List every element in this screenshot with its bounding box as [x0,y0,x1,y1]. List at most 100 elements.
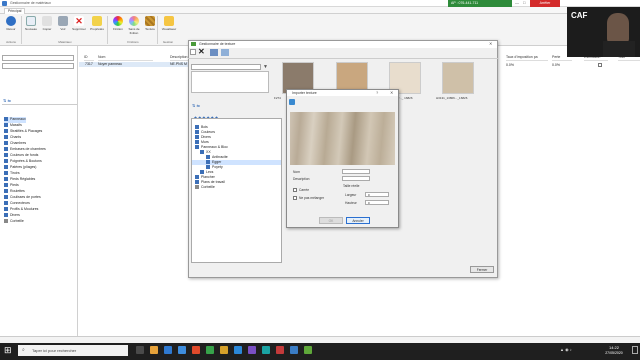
texture-search-input[interactable] [191,64,261,70]
app-icon[interactable] [234,346,242,354]
search-input[interactable] [2,63,74,69]
width-field[interactable]: 0 [365,192,389,197]
texture-thumb[interactable] [442,62,474,94]
row-desc: NE.PNS M [170,62,187,66]
tray-icons[interactable]: ▲ ◉ ♪ [560,347,572,352]
tree-toolbar-icon[interactable]: ⇅ ⇆ [3,98,11,103]
app-icon[interactable] [192,346,200,354]
folder-icon [4,207,8,212]
filter-list[interactable] [191,71,269,93]
texture-tree: Bois Couleurs Divers Murs Panneaux & Blo… [191,118,282,263]
tree-item-corbeille[interactable]: Corbeille [4,219,24,225]
clock-date[interactable]: 27/05/2020 [600,351,628,355]
task-view-icon[interactable] [136,346,144,354]
texture-label: H3131_13806..._16826 [436,96,468,100]
width-label: Largeur [345,193,357,197]
notifications-icon[interactable] [632,346,638,354]
filter-input[interactable] [2,55,74,61]
account-bar[interactable]: AP : 076-441-711 [448,0,512,7]
square-checkbox[interactable] [293,188,297,192]
tab-row [0,7,640,14]
close-button[interactable]: Fermer [470,266,494,273]
back-icon [6,16,16,26]
restore-icon[interactable]: □ [523,0,525,7]
col-header-id[interactable]: ID [84,55,94,61]
search-icon: ⌕ [22,347,25,353]
import-image-icon[interactable] [289,99,295,105]
minimize-icon[interactable]: — [515,0,519,7]
trash-icon [195,185,199,190]
row-id: 7317 [85,62,93,66]
app-icon[interactable] [220,346,228,354]
folder-icon [195,140,199,145]
folder-icon [4,183,8,188]
delete-button[interactable]: ✕ Supprimer [70,16,88,40]
app-icon[interactable] [276,346,284,354]
viewer-button[interactable]: Visualiseur [160,16,178,40]
clock-time[interactable]: 14:22 [602,345,626,350]
height-field[interactable]: 0 [365,200,389,205]
copy-icon [42,16,52,26]
app-icon [191,42,196,46]
folder-icon [4,195,8,200]
row-loss: 0.0% [552,63,560,67]
presenter-image [607,13,629,43]
texture-preview [290,112,395,165]
presenter-body [603,41,635,57]
delete-texture-icon[interactable]: ✕ [198,47,205,56]
ok-button[interactable]: OK [319,217,343,224]
app-icon[interactable] [248,346,256,354]
description-field[interactable] [342,176,370,181]
close-icon[interactable]: ✕ [390,90,393,95]
stop-share-button[interactable]: Arrêter [530,0,560,7]
folder-icon [195,130,199,135]
col-header-tax[interactable]: Taux d'imposition pa [506,55,548,61]
texture-tree-item[interactable]: Corbeille [192,185,281,190]
col-header-name[interactable]: Nom [98,55,153,61]
properties-button[interactable]: Propriétés [88,16,106,40]
dialog-title: Gestionnaire de texture [189,41,497,48]
filter-icon[interactable]: ▼ [263,64,268,70]
folder-icon [195,175,199,180]
folder-icon [4,147,8,152]
list-view-icon[interactable] [221,49,229,56]
folder-icon [4,189,8,194]
file-explorer-icon[interactable] [150,346,158,354]
back-button[interactable]: Retour [2,16,20,40]
app-icon[interactable] [206,346,214,354]
square-label: Carrée [299,188,310,192]
help-icon[interactable]: ? [376,90,378,95]
new-texture-icon[interactable] [190,49,196,55]
tree-toolbar-icon[interactable]: ⇅ ⇆ [192,103,200,108]
close-icon[interactable]: ✕ [489,41,492,46]
folder-icon [195,125,199,130]
folder-icon [206,155,210,160]
col-header-desc[interactable]: Description [170,55,190,61]
no-finish-icon [129,16,139,26]
divider [188,58,498,59]
folder-icon [4,159,8,164]
cancel-button[interactable]: Annuler [346,217,370,224]
row-checkbox[interactable] [598,63,602,67]
mail-icon[interactable] [178,346,186,354]
name-field[interactable] [342,169,370,174]
name-label: Nom [293,170,300,174]
no-blend-checkbox[interactable] [293,196,297,200]
folder-icon [200,170,204,175]
folder-icon [4,135,8,140]
app-icon[interactable] [304,346,312,354]
taskbar-search-box[interactable]: ⌕ Taper ici pour rechercher [18,345,128,356]
texture-swatch [443,63,473,93]
status-bar [0,336,640,343]
app-icon[interactable] [290,346,298,354]
folder-icon [4,153,8,158]
folder-icon [195,135,199,140]
no-blend-label: Ne pas mélanger [299,196,325,200]
group-label: Matériaux [58,40,72,44]
app-icon[interactable] [262,346,270,354]
windows-start-icon[interactable]: ⊞ [4,346,12,355]
folder-icon [195,145,199,150]
grid-view-icon[interactable] [210,49,218,56]
edge-icon[interactable] [164,346,172,354]
row-name: Noyer panneau [98,62,122,66]
